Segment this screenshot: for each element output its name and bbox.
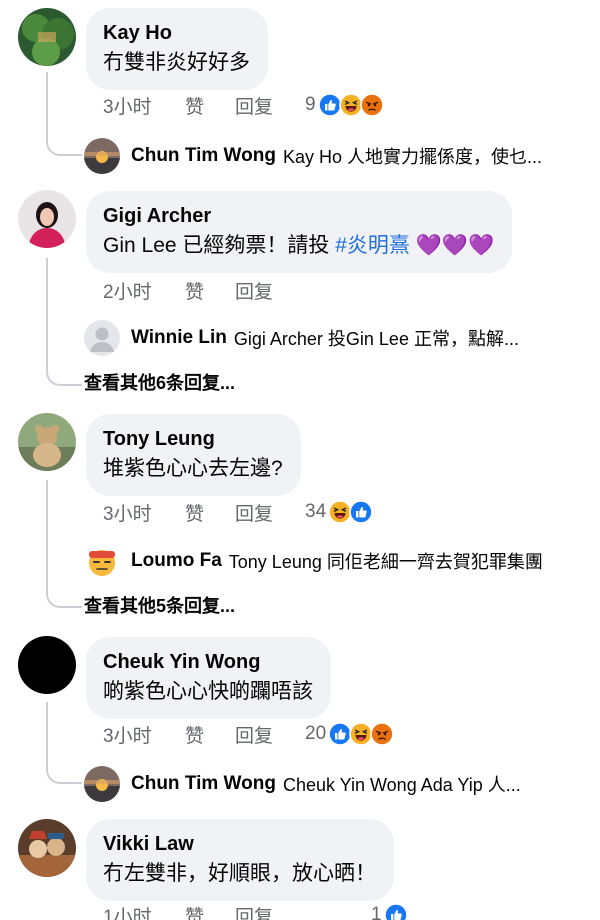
reply-author[interactable]: Chun Tim Wong xyxy=(131,145,276,167)
comment-bubble[interactable]: Tony Leung 堆紫色心心去左邊? xyxy=(86,414,301,496)
comment-author[interactable]: Tony Leung xyxy=(103,426,283,452)
comment-actions: 3小时 赞 回复 9 xyxy=(103,92,384,118)
comment-text-part: Gin Lee 已經夠票！請投 xyxy=(103,234,336,257)
comment-actions: 1小时 赞 回复 1 xyxy=(103,902,408,920)
reply-thread-line xyxy=(46,702,82,784)
reply-preview[interactable]: Winnie Lin Gigi Archer 投Gin Lee 正常，點解... xyxy=(84,320,584,356)
reply-thread-line xyxy=(46,72,82,156)
reaction-icons[interactable] xyxy=(384,903,408,920)
avatar[interactable] xyxy=(18,8,76,66)
comment-author[interactable]: Cheuk Yin Wong xyxy=(103,649,313,675)
reply-author[interactable]: Chun Tim Wong xyxy=(131,773,276,795)
reaction-count[interactable]: 20 xyxy=(305,723,326,745)
reaction-count[interactable]: 9 xyxy=(305,94,316,116)
avatar[interactable] xyxy=(84,138,120,174)
comment-author[interactable]: Vikki Law xyxy=(103,831,376,857)
comment-bubble[interactable]: Kay Ho 冇雙非炎好好多 xyxy=(86,8,268,90)
comment-author[interactable]: Gigi Archer xyxy=(103,203,494,229)
like-button[interactable]: 赞 xyxy=(185,92,235,119)
comment-time[interactable]: 2小时 xyxy=(103,277,185,304)
avatar[interactable] xyxy=(18,190,76,248)
comment-text: Gin Lee 已經夠票！請投 #炎明熹 💜💜💜 xyxy=(103,231,494,261)
like-button[interactable]: 赞 xyxy=(185,902,235,920)
comment-text: 啲紫色心心快啲躝唔該 xyxy=(103,680,313,703)
like-reaction-icon xyxy=(349,500,373,524)
reply-thread-line xyxy=(46,258,82,386)
reply-button[interactable]: 回复 xyxy=(235,721,305,748)
comment-bubble[interactable]: Cheuk Yin Wong 啲紫色心心快啲躝唔該 xyxy=(86,637,331,719)
reaction-icons[interactable] xyxy=(328,722,394,746)
reply-text: Cheuk Yin Wong Ada Yip 人... xyxy=(282,775,521,795)
angry-reaction-icon xyxy=(370,722,394,746)
reply-preview[interactable]: Chun Tim Wong Kay Ho 人地實力擺係度，使乜... xyxy=(84,138,584,174)
reply-preview[interactable]: Loumo Fa Tony Leung 同佢老細一齊去賀犯罪集團 xyxy=(84,543,584,579)
like-button[interactable]: 赞 xyxy=(185,499,235,526)
view-more-replies-link[interactable]: 查看其他5条回复... xyxy=(84,592,235,618)
comment-text: 堆紫色心心去左邊? xyxy=(103,457,283,480)
avatar[interactable] xyxy=(18,636,76,694)
heart-emojis: 💜💜💜 xyxy=(415,234,495,257)
hashtag-link[interactable]: #炎明熹 xyxy=(335,234,410,257)
avatar[interactable] xyxy=(18,819,76,877)
reply-author[interactable]: Winnie Lin xyxy=(131,327,227,349)
comment-time[interactable]: 3小时 xyxy=(103,499,185,526)
avatar[interactable] xyxy=(18,413,76,471)
comment-bubble[interactable]: Gigi Archer Gin Lee 已經夠票！請投 #炎明熹 💜💜💜 xyxy=(86,191,513,273)
reply-button[interactable]: 回复 xyxy=(235,499,305,526)
reply-text: Tony Leung 同佢老細一齊去賀犯罪集團 xyxy=(228,552,543,572)
like-button[interactable]: 赞 xyxy=(185,721,235,748)
like-button[interactable]: 赞 xyxy=(185,277,235,304)
reply-button[interactable]: 回复 xyxy=(235,92,305,119)
reply-preview[interactable]: Chun Tim Wong Cheuk Yin Wong Ada Yip 人..… xyxy=(84,766,584,802)
comment-time[interactable]: 3小时 xyxy=(103,92,185,119)
comment-time[interactable]: 3小时 xyxy=(103,721,185,748)
comment-text: 冇雙非炎好好多 xyxy=(103,51,250,74)
reaction-count[interactable]: 34 xyxy=(305,501,326,523)
comment-text: 冇左雙非，好順眼，放心晒！ xyxy=(103,862,376,885)
reaction-icons[interactable] xyxy=(328,500,373,524)
reply-text: Gigi Archer 投Gin Lee 正常，點解... xyxy=(233,329,519,349)
reply-thread-line xyxy=(46,480,82,608)
like-reaction-icon xyxy=(384,903,408,920)
reply-button[interactable]: 回复 xyxy=(235,277,305,304)
view-more-replies-link[interactable]: 查看其他6条回复... xyxy=(84,369,235,395)
reply-author[interactable]: Loumo Fa xyxy=(131,550,222,572)
comment-time[interactable]: 1小时 xyxy=(103,902,185,920)
angry-reaction-icon xyxy=(360,93,384,117)
comment-author[interactable]: Kay Ho xyxy=(103,20,250,46)
comment-bubble[interactable]: Vikki Law 冇左雙非，好順眼，放心晒！ xyxy=(86,819,394,901)
reply-text: Kay Ho 人地實力擺係度，使乜... xyxy=(282,147,542,167)
comment-actions: 3小时 赞 回复 20 xyxy=(103,721,394,747)
avatar[interactable] xyxy=(84,543,120,579)
comment-actions: 3小时 赞 回复 34 xyxy=(103,499,373,525)
reaction-count[interactable]: 1 xyxy=(371,904,382,920)
reaction-icons[interactable] xyxy=(318,93,384,117)
comment-actions: 2小时 赞 回复 xyxy=(103,277,305,303)
avatar[interactable] xyxy=(84,766,120,802)
reply-button[interactable]: 回复 xyxy=(235,902,371,920)
avatar[interactable] xyxy=(84,320,120,356)
